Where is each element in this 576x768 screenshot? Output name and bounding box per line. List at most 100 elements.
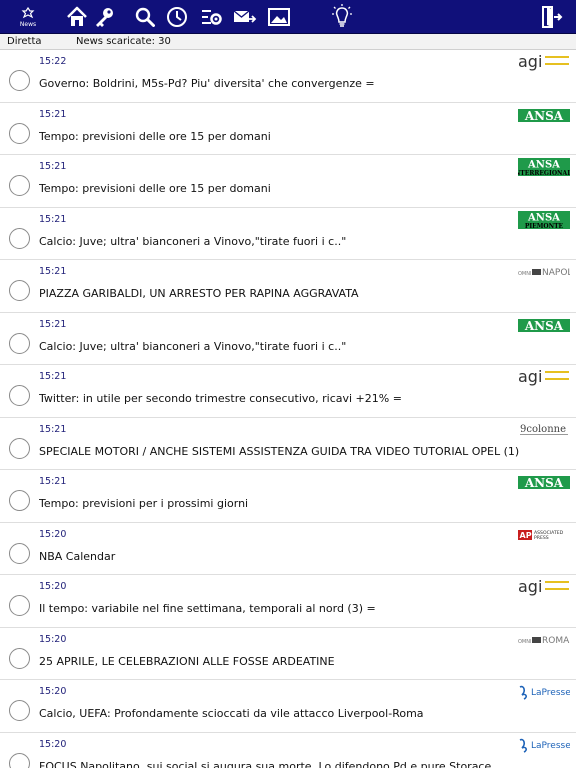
news-item[interactable]: 15:21 Tempo: previsioni per i prossimi gi… xyxy=(0,470,576,523)
news-title[interactable]: SPECIALE MOTORI / ANCHE SISTEMI ASSISTEN… xyxy=(39,445,519,458)
toolbar: News xyxy=(0,0,576,34)
select-radio[interactable] xyxy=(9,332,30,354)
key-button[interactable] xyxy=(93,3,115,31)
source-logo: LaPresse xyxy=(518,683,571,701)
status-bar: Diretta News scaricate: 30 xyxy=(0,34,576,50)
news-item[interactable]: 15:20 FOCUS Napolitano, sui social si aug… xyxy=(0,733,576,768)
news-time: 15:20 xyxy=(39,686,67,697)
news-title[interactable]: Tempo: previsioni per i prossimi giorni xyxy=(39,497,519,510)
home-icon xyxy=(67,6,87,26)
news-label: News xyxy=(19,20,37,28)
news-time: 15:21 xyxy=(39,266,67,277)
source-logo: ANSAINTERREGIONALE xyxy=(512,158,576,177)
clock-icon xyxy=(167,7,187,27)
clock-button[interactable] xyxy=(165,3,189,31)
news-title[interactable]: FOCUS Napolitano, sui social si augura s… xyxy=(39,760,519,768)
select-radio[interactable] xyxy=(9,122,30,144)
news-item[interactable]: 15:22 Governo: Boldrini, M5s-Pd? Piu' div… xyxy=(0,50,576,103)
search-icon xyxy=(135,7,155,27)
home-button[interactable] xyxy=(66,3,88,31)
select-radio[interactable] xyxy=(9,280,30,301)
source-logo: AP ASSOCIATED PRESS xyxy=(518,526,570,544)
news-time: 15:22 xyxy=(39,56,67,67)
svg-text:ANSA: ANSA xyxy=(527,160,560,171)
news-time: 15:20 xyxy=(39,581,67,592)
news-title[interactable]: PIAZZA GARIBALDI, UN ARRESTO PER RAPINA … xyxy=(39,287,519,300)
news-time: 15:21 xyxy=(39,476,67,487)
source-logo: agi xyxy=(518,577,570,596)
news-title[interactable]: Calcio, UEFA: Profondamente scioccati da… xyxy=(39,707,519,720)
news-time: 15:21 xyxy=(39,423,67,435)
news-item[interactable]: 15:21 PIAZZA GARIBALDI, UN ARRESTO PER RA… xyxy=(0,260,576,313)
image-icon xyxy=(268,8,290,26)
logout-icon xyxy=(542,6,563,28)
logout-button[interactable] xyxy=(540,3,564,31)
send-mail-icon xyxy=(233,10,257,23)
news-count: News scaricate: 30 xyxy=(76,36,171,47)
news-time: 15:21 xyxy=(39,371,67,382)
news-time: 15:21 xyxy=(39,161,67,172)
source-logo: 9colonne xyxy=(518,421,570,439)
svg-text:ANSA: ANSA xyxy=(527,212,560,223)
news-time: 15:20 xyxy=(39,528,67,540)
image-button[interactable] xyxy=(267,3,291,31)
source-logo: OMNI ROMA xyxy=(518,631,570,649)
select-radio[interactable] xyxy=(9,752,30,768)
news-title[interactable]: Tempo: previsioni delle ore 15 per doman… xyxy=(39,182,519,195)
news-item[interactable]: 15:20 Il tempo: variabile nel fine settim… xyxy=(0,575,576,628)
select-radio[interactable] xyxy=(9,70,30,91)
source-logo: ANSA xyxy=(518,106,570,124)
svg-text:LaPresse: LaPresse xyxy=(531,741,570,751)
select-radio[interactable] xyxy=(9,595,30,616)
svg-text:LaPresse: LaPresse xyxy=(531,688,570,698)
source-logo: LaPresse xyxy=(518,736,571,754)
news-title[interactable]: Governo: Boldrini, M5s-Pd? Piu' diversit… xyxy=(39,77,519,90)
news-title[interactable]: Tempo: previsioni delle ore 15 per doman… xyxy=(39,130,519,143)
svg-text:PRESS: PRESS xyxy=(534,535,549,541)
svg-text:ANSA: ANSA xyxy=(524,109,564,123)
select-radio[interactable] xyxy=(9,542,30,564)
select-radio[interactable] xyxy=(9,490,30,511)
search-button[interactable] xyxy=(134,3,156,31)
bulb-button[interactable] xyxy=(330,3,354,31)
select-radio[interactable] xyxy=(9,437,30,459)
source-logo: OMNI NAPOLI xyxy=(518,263,575,281)
news-title[interactable]: Il tempo: variabile nel fine settimana, … xyxy=(39,602,519,615)
settings-button[interactable] xyxy=(199,3,223,31)
news-time: 15:21 xyxy=(39,318,67,330)
news-item[interactable]: 15:20 25 APRILE, LE CELEBRAZIONI ALLE FOS… xyxy=(0,628,576,680)
news-title[interactable]: Twitter: in utile per secondo trimestre … xyxy=(39,392,519,405)
news-item[interactable]: 15:21 Tempo: previsioni delle ore 15 per … xyxy=(0,155,576,208)
news-title[interactable]: 25 APRILE, LE CELEBRAZIONI ALLE FOSSE AR… xyxy=(39,655,519,668)
select-radio[interactable] xyxy=(9,385,30,406)
news-button[interactable]: News xyxy=(14,3,42,31)
news-item[interactable]: 15:21 Calcio: Juve; ultra' bianconeri a V… xyxy=(0,208,576,260)
news-title[interactable]: Calcio: Juve; ultra' bianconeri a Vinovo… xyxy=(39,235,519,248)
select-radio[interactable] xyxy=(9,647,30,669)
news-item[interactable]: 15:21 Tempo: previsioni delle ore 15 per … xyxy=(0,103,576,155)
svg-text:PIEMONTE: PIEMONTE xyxy=(525,223,564,229)
send-mail-button[interactable] xyxy=(233,3,257,31)
svg-text:OMNI: OMNI xyxy=(518,639,531,645)
key-icon xyxy=(96,8,113,27)
svg-text:ANSA: ANSA xyxy=(524,319,564,333)
source-logo: ANSA xyxy=(518,316,570,334)
svg-text:INTERREGIONALE: INTERREGIONALE xyxy=(518,170,570,176)
news-item[interactable]: 15:21 SPECIALE MOTORI / ANCHE SISTEMI ASS… xyxy=(0,418,576,470)
news-item[interactable]: 15:20 Calcio, UEFA: Profondamente sciocca… xyxy=(0,680,576,733)
select-radio[interactable] xyxy=(9,175,30,196)
select-radio[interactable] xyxy=(9,227,30,249)
select-radio[interactable] xyxy=(9,700,30,721)
news-list[interactable]: 15:22 Governo: Boldrini, M5s-Pd? Piu' div… xyxy=(0,50,576,768)
news-title[interactable]: NBA Calendar xyxy=(39,550,519,563)
svg-text:agi: agi xyxy=(518,53,542,71)
news-item[interactable]: 15:21 Calcio: Juve; ultra' bianconeri a V… xyxy=(0,313,576,365)
source-logo: agi xyxy=(518,367,570,386)
news-time: 15:21 xyxy=(39,108,67,120)
news-time: 15:21 xyxy=(39,213,67,225)
news-title[interactable]: Calcio: Juve; ultra' bianconeri a Vinovo… xyxy=(39,340,519,353)
news-item[interactable]: 15:20 NBA Calendar AP ASSOCIATED PRESS xyxy=(0,523,576,575)
news-icon xyxy=(21,6,35,18)
svg-text:AP: AP xyxy=(520,531,532,540)
news-item[interactable]: 15:21 Twitter: in utile per secondo trime… xyxy=(0,365,576,418)
